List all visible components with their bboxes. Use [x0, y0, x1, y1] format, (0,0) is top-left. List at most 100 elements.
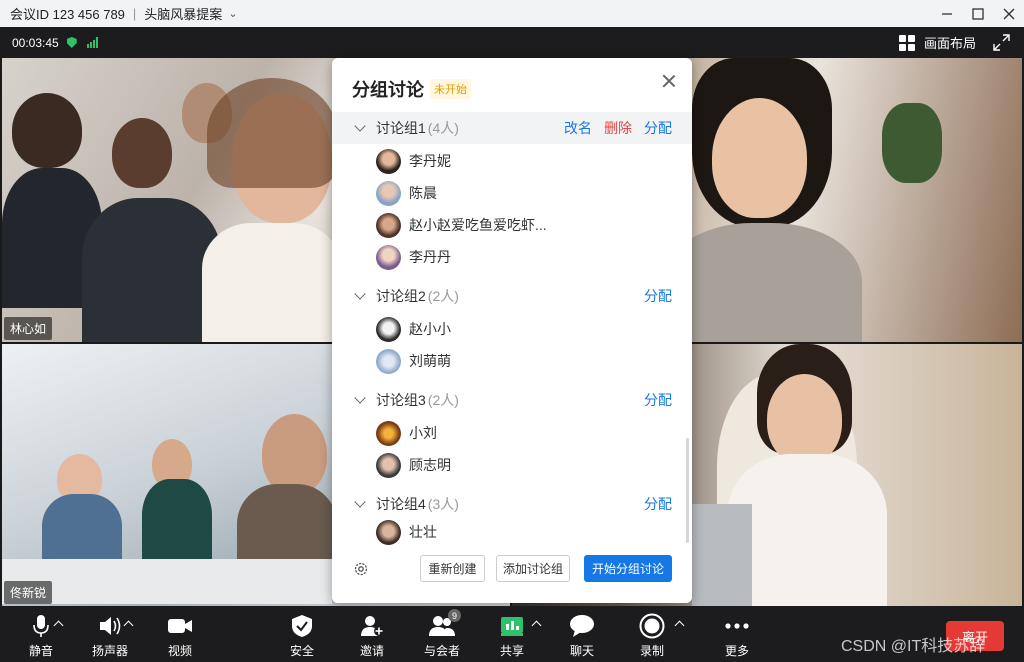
rename-button[interactable]: 改名 — [564, 118, 592, 138]
mute-button[interactable]: 静音 — [26, 606, 56, 662]
assign-button[interactable]: 分配 — [644, 390, 672, 410]
maximize-button[interactable] — [961, 0, 995, 27]
security-button[interactable]: 安全 — [287, 606, 317, 662]
assign-button[interactable]: 分配 — [644, 286, 672, 306]
title-separator: | — [132, 6, 137, 21]
participant-figure — [142, 479, 212, 569]
list-item[interactable]: 赵小赵爱吃鱼爱吃虾... — [376, 212, 547, 238]
group-row-1[interactable]: 讨论组1 (4人) 改名 删除 分配 — [332, 112, 692, 144]
list-item[interactable]: 刘萌萌 — [376, 348, 451, 374]
layout-label: 画面布局 — [923, 36, 976, 51]
avatar — [376, 519, 401, 545]
more-dots-icon — [724, 611, 750, 641]
share-button[interactable]: 共享 — [497, 606, 527, 662]
participant-figure — [112, 118, 172, 188]
participant-figure — [662, 223, 862, 342]
chevron-down-icon[interactable] — [354, 392, 366, 404]
chevron-up-icon[interactable] — [531, 620, 542, 631]
list-item[interactable]: 李丹丹 — [376, 244, 451, 270]
meeting-topic[interactable]: 头脑风暴提案 — [144, 4, 222, 23]
chat-button[interactable]: 聊天 — [567, 606, 597, 662]
chat-label: 聊天 — [569, 644, 594, 658]
list-item[interactable]: 赵小小 — [376, 316, 451, 342]
minimize-button[interactable] — [930, 0, 964, 27]
add-group-button[interactable]: 添加讨论组 — [496, 555, 570, 582]
more-button[interactable]: 更多 — [722, 606, 752, 662]
signal-strength-icon[interactable] — [86, 37, 98, 48]
group-name: 讨论组4 (3人) — [376, 494, 459, 514]
chevron-down-icon[interactable] — [354, 496, 366, 508]
avatar — [376, 244, 401, 270]
assign-button[interactable]: 分配 — [644, 118, 672, 138]
panel-close-button[interactable] — [660, 72, 678, 90]
layout-button[interactable]: 画面布局 — [898, 27, 976, 58]
speaker-button[interactable]: 扬声器 — [90, 606, 130, 662]
participant-figure — [12, 93, 82, 168]
chevron-down-icon[interactable]: ⌄ — [228, 7, 237, 20]
group-count: (3人) — [427, 496, 459, 512]
recreate-button[interactable]: 重新创建 — [420, 555, 485, 582]
plant-decoration — [882, 103, 942, 183]
avatar — [376, 348, 401, 374]
group-name-text: 讨论组3 — [376, 392, 426, 408]
start-breakout-button[interactable]: 开始分组讨论 — [584, 555, 672, 582]
member-name: 顾志明 — [409, 457, 451, 473]
chat-bubble-icon — [569, 611, 595, 641]
meeting-timer: 00:03:45 — [12, 35, 59, 50]
member-name: 刘萌萌 — [409, 353, 451, 369]
participants-button[interactable]: 9 与会者 — [420, 606, 464, 662]
member-name: 李丹妮 — [409, 153, 451, 169]
security-label: 安全 — [289, 644, 314, 658]
avatar — [376, 420, 401, 446]
avatar — [376, 316, 401, 342]
assign-button[interactable]: 分配 — [644, 494, 672, 514]
minimize-icon — [942, 12, 952, 15]
record-icon — [639, 611, 665, 641]
group-name: 讨论组3 (2人) — [376, 390, 459, 410]
participant-name-tag: 佟新锐 — [4, 581, 53, 604]
microphone-icon — [33, 611, 49, 641]
list-item[interactable]: 小刘 — [376, 420, 437, 446]
gear-icon[interactable] — [353, 561, 369, 577]
participant-figure — [202, 223, 342, 342]
chevron-down-icon[interactable] — [354, 120, 366, 132]
record-label: 录制 — [639, 644, 664, 658]
speaker-icon — [98, 611, 122, 641]
group-row-3[interactable]: 讨论组3 (2人) 分配 — [332, 384, 692, 416]
invite-label: 邀请 — [359, 644, 384, 658]
participant-figure — [82, 198, 222, 342]
avatar — [376, 148, 401, 174]
delete-button[interactable]: 删除 — [604, 118, 632, 138]
panel-scrollbar[interactable] — [686, 438, 689, 543]
meeting-info-bar: 00:03:45 画面布局 — [0, 27, 1024, 58]
window-close-button[interactable] — [992, 0, 1024, 27]
invite-button[interactable]: 邀请 — [357, 606, 387, 662]
more-label: 更多 — [724, 644, 749, 658]
meeting-id: 会议ID 123 456 789 — [10, 7, 125, 22]
breakout-rooms-panel: 分组讨论 未开始 讨论组1 (4人) 改名 删除 分配 李丹妮 陈晨 赵小赵爱吃鱼… — [332, 58, 692, 603]
panel-title: 分组讨论 — [352, 80, 424, 100]
group-row-4[interactable]: 讨论组4 (3人) 分配 — [332, 488, 692, 520]
maximize-icon — [972, 7, 984, 20]
member-name: 赵小小 — [409, 321, 451, 337]
group-row-2[interactable]: 讨论组2 (2人) 分配 — [332, 280, 692, 312]
fullscreen-icon[interactable] — [993, 34, 1010, 51]
participant-figure — [712, 98, 807, 218]
list-item[interactable]: 壮壮 — [376, 519, 437, 545]
list-item[interactable]: 李丹妮 — [376, 148, 451, 174]
record-button[interactable]: 录制 — [637, 606, 667, 662]
shield-icon[interactable] — [66, 37, 77, 48]
chevron-up-icon[interactable] — [674, 620, 685, 631]
group-name: 讨论组1 (4人) — [376, 118, 459, 138]
panel-header: 分组讨论 未开始 — [332, 58, 692, 112]
member-name: 赵小赵爱吃鱼爱吃虾... — [409, 217, 547, 233]
list-item[interactable]: 陈晨 — [376, 180, 437, 206]
avatar — [376, 212, 401, 238]
share-screen-icon — [500, 611, 524, 641]
list-item[interactable]: 顾志明 — [376, 452, 451, 478]
close-icon — [1003, 8, 1015, 19]
video-button[interactable]: 视频 — [162, 606, 198, 662]
chevron-down-icon[interactable] — [354, 288, 366, 300]
participants-label: 与会者 — [423, 644, 460, 658]
member-name: 壮壮 — [409, 524, 437, 540]
